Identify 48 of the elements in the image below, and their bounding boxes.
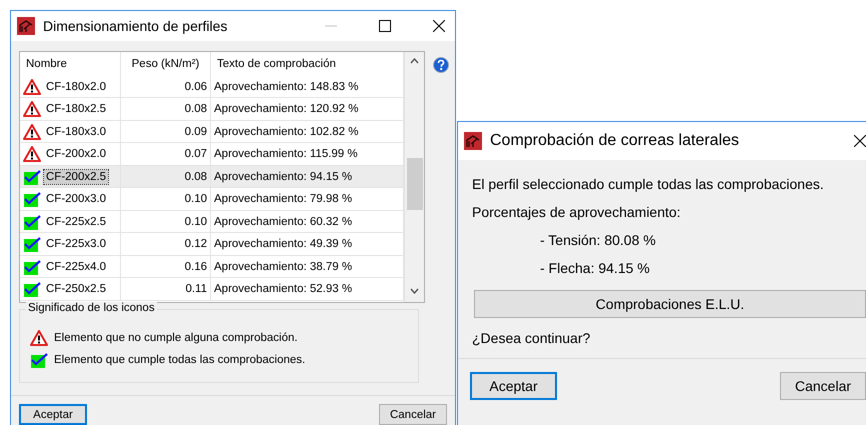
cancel-button[interactable]: Cancelar [780, 372, 866, 400]
profile-name[interactable]: CF-225x4.0 [44, 260, 108, 274]
confirm-question: ¿Desea continuar? [472, 330, 592, 346]
elu-checks-button[interactable]: Comprobaciones E.L.U. [474, 290, 866, 318]
usage-reading: - Flecha: 94.15 % [539, 260, 651, 276]
check-text-cell: Aprovechamiento: 94.15 % [211, 166, 404, 188]
column-header[interactable]: Peso (kN/m²) [121, 52, 211, 76]
app-icon [464, 132, 482, 150]
result-message: El perfil seleccionado cumple todas las comprobaciones. [472, 176, 825, 192]
scroll-thumb[interactable] [406, 158, 422, 210]
usage-reading: - Tensión: 80.08 % [539, 232, 657, 248]
profile-name[interactable]: CF-180x2.0 [44, 80, 108, 94]
close-icon[interactable] [433, 20, 445, 32]
weight-cell: 0.16 [121, 256, 211, 278]
scroll-down-icon[interactable] [410, 288, 419, 294]
maximize-icon[interactable] [379, 20, 391, 32]
accept-button[interactable]: Aceptar [19, 404, 87, 425]
accept-button[interactable]: Aceptar [470, 372, 557, 400]
weight-cell: 0.10 [121, 210, 211, 232]
weight-cell: 0.08 [121, 166, 211, 188]
weight-cell: 0.10 [121, 188, 211, 210]
window-title: Dimensionamiento de perfiles [43, 18, 228, 34]
scrollbar[interactable] [404, 52, 424, 302]
profile-name[interactable]: CF-225x3.0 [44, 237, 108, 252]
help-icon[interactable] [433, 56, 449, 73]
weight-cell: 0.07 [121, 143, 211, 165]
close-icon[interactable] [854, 135, 866, 147]
weight-cell: 0.11 [121, 278, 211, 300]
legend-text: Elemento que cumple todas las comprobaciones. [54, 354, 306, 366]
profile-name[interactable]: CF-200x3.0 [44, 192, 108, 206]
profile-name[interactable]: CF-225x2.5 [44, 214, 108, 229]
scroll-up-icon[interactable] [410, 58, 419, 64]
usage-heading: Porcentajes de aprovechamiento: [472, 204, 682, 220]
profile-name[interactable]: CF-200x2.0 [44, 147, 108, 162]
weight-cell: 0.09 [121, 120, 211, 142]
profile-name[interactable]: CF-180x2.5 [44, 102, 108, 116]
weight-cell: 0.08 [121, 98, 211, 120]
app-icon [17, 16, 35, 35]
legend-text: Elemento que no cumple alguna comprobación. [54, 332, 298, 344]
weight-cell: 0.06 [121, 76, 211, 98]
column-header[interactable]: Nombre [20, 52, 121, 76]
profile-name[interactable]: CF-250x2.5 [44, 282, 108, 296]
profile-name[interactable]: CF-200x2.5 [44, 170, 108, 184]
group-title: Significado de los iconos [26, 302, 157, 314]
weight-cell: 0.12 [121, 233, 211, 255]
profile-name[interactable]: CF-180x3.0 [44, 124, 108, 139]
cancel-button[interactable]: Cancelar [379, 404, 447, 425]
window-title: Comprobación de correas laterales [490, 132, 740, 150]
